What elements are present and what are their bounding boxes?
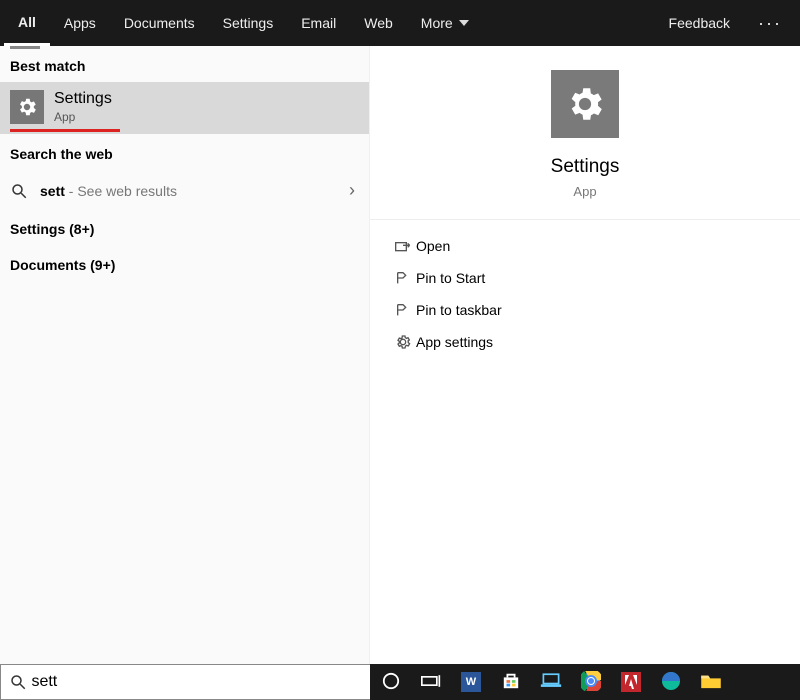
word-icon: W <box>461 672 481 692</box>
laptop-icon <box>540 673 562 692</box>
taskbar-store[interactable] <box>496 668 526 696</box>
taskbar-word[interactable]: W <box>456 668 486 696</box>
action-app-settings[interactable]: App settings <box>388 326 782 358</box>
action-pin-start[interactable]: Pin to Start <box>388 262 782 294</box>
action-label: Open <box>416 238 450 254</box>
feedback-button[interactable]: Feedback <box>655 0 744 46</box>
search-filter-tabs: All Apps Documents Settings Email Web Mo… <box>0 0 800 46</box>
preview-pane: Settings App Open Pin to Start Pin to <box>370 46 800 664</box>
tab-web[interactable]: Web <box>350 0 407 46</box>
pin-start-icon <box>390 271 416 285</box>
taskbar-chrome[interactable] <box>576 668 606 696</box>
preview-header: Settings App <box>370 46 800 220</box>
best-match-heading: Best match <box>0 46 369 82</box>
tab-label: Web <box>364 15 393 31</box>
taskbar-taskview[interactable] <box>416 668 446 696</box>
tab-apps[interactable]: Apps <box>50 0 110 46</box>
preview-app-icon <box>551 70 619 138</box>
edge-icon <box>661 671 681 694</box>
preview-title: Settings <box>551 156 620 178</box>
bottom-bar: W <box>0 664 800 700</box>
open-icon <box>390 239 416 253</box>
preview-subtitle: App <box>573 184 596 199</box>
tab-label: Settings <box>223 15 274 31</box>
tab-documents[interactable]: Documents <box>110 0 209 46</box>
action-pin-taskbar[interactable]: Pin to taskbar <box>388 294 782 326</box>
feedback-label: Feedback <box>669 15 730 31</box>
store-icon <box>502 672 520 693</box>
tab-label: All <box>18 14 36 30</box>
best-match-text: Settings App <box>54 90 112 124</box>
tab-settings[interactable]: Settings <box>209 0 288 46</box>
web-search-text: sett - See web results <box>40 183 177 199</box>
taskbar-edge[interactable] <box>656 668 686 696</box>
action-label: Pin to taskbar <box>416 302 502 318</box>
action-open[interactable]: Open <box>388 230 782 262</box>
pin-task-icon <box>390 303 416 317</box>
search-box[interactable] <box>0 664 370 700</box>
annotation-underline <box>10 129 120 132</box>
category-label: Documents (9+) <box>10 257 115 273</box>
preview-actions: Open Pin to Start Pin to taskbar App set… <box>370 220 800 368</box>
gear-icon <box>390 334 416 350</box>
adobe-icon <box>621 672 641 692</box>
search-input[interactable] <box>31 673 362 691</box>
category-settings[interactable]: Settings (8+) <box>0 211 369 247</box>
tab-label: Email <box>301 15 336 31</box>
taskbar-laptop[interactable] <box>536 668 566 696</box>
gear-icon <box>564 83 606 125</box>
action-label: App settings <box>416 334 493 350</box>
taskview-icon <box>421 674 441 691</box>
tab-label: More <box>421 15 453 31</box>
web-search-query: sett <box>40 183 65 199</box>
ellipsis-icon: ··· <box>758 13 782 34</box>
folder-icon <box>700 673 722 692</box>
best-match-subtitle: App <box>54 110 112 124</box>
tab-email[interactable]: Email <box>287 0 350 46</box>
search-results-pane: Best match Settings App Search the web s… <box>0 46 800 664</box>
taskbar-adobe[interactable] <box>616 668 646 696</box>
tab-all[interactable]: All <box>4 0 50 46</box>
gear-icon <box>16 96 38 118</box>
search-web-heading: Search the web <box>0 134 369 170</box>
tab-more[interactable]: More <box>407 0 483 46</box>
category-label: Settings (8+) <box>10 221 94 237</box>
more-options-button[interactable]: ··· <box>744 0 796 46</box>
settings-app-icon <box>10 90 44 124</box>
best-match-title: Settings <box>54 90 112 108</box>
search-icon <box>10 182 28 200</box>
category-documents[interactable]: Documents (9+) <box>0 247 369 283</box>
chevron-right-icon: › <box>349 180 359 201</box>
taskbar-cortana[interactable] <box>376 668 406 696</box>
chrome-icon <box>581 671 601 694</box>
best-match-result[interactable]: Settings App <box>0 82 369 134</box>
action-label: Pin to Start <box>416 270 485 286</box>
circle-icon <box>382 672 400 693</box>
tab-label: Documents <box>124 15 195 31</box>
web-search-result[interactable]: sett - See web results › <box>0 170 369 211</box>
web-search-hint: - See web results <box>65 183 177 199</box>
tab-active-marker <box>10 46 40 49</box>
spacer <box>483 0 655 46</box>
taskbar-explorer[interactable] <box>696 668 726 696</box>
results-list: Best match Settings App Search the web s… <box>0 46 370 664</box>
taskbar: W <box>370 664 800 700</box>
chevron-down-icon <box>459 20 469 26</box>
search-icon <box>9 673 27 691</box>
tab-label: Apps <box>64 15 96 31</box>
